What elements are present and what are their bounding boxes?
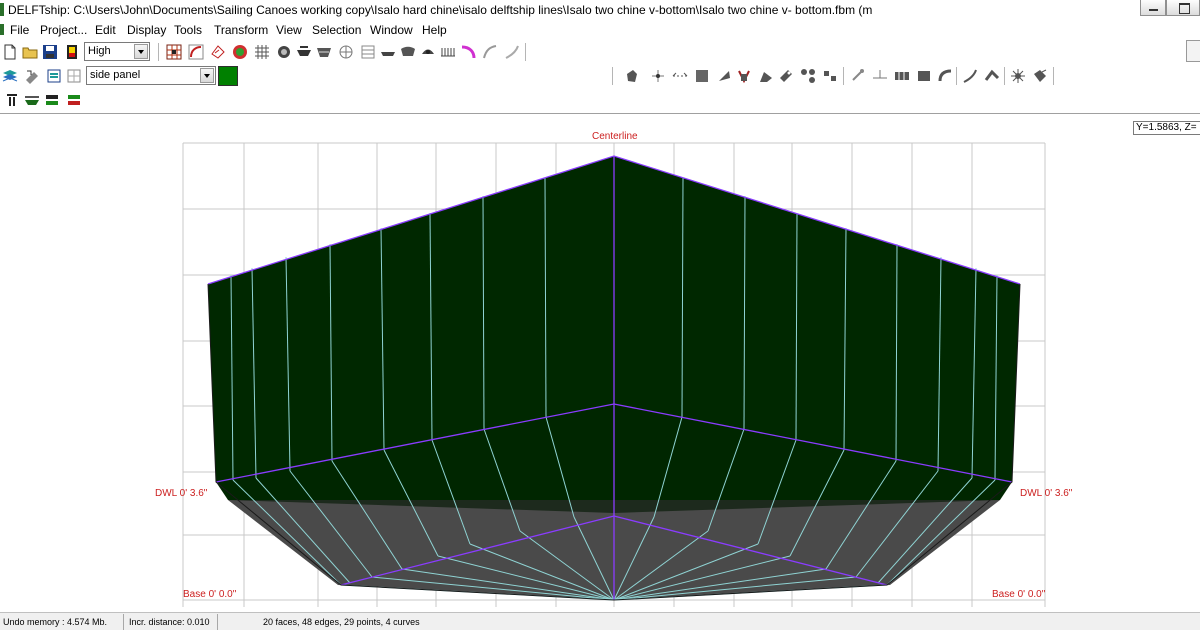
active-layer-select[interactable]: side panel <box>86 66 216 85</box>
chevron-down-icon[interactable] <box>134 44 148 59</box>
toolbar-separator <box>956 67 958 85</box>
hull-perspective-icon[interactable] <box>66 92 82 108</box>
document-menu-icon[interactable] <box>0 24 4 35</box>
precision-select-value: High <box>88 45 111 57</box>
zoom-extents-icon[interactable] <box>276 44 292 60</box>
buttocks-icon[interactable] <box>440 44 456 60</box>
active-layer-value: side panel <box>90 69 141 81</box>
diagonals-icon[interactable] <box>420 44 436 60</box>
menu-tools[interactable]: Tools <box>174 23 202 37</box>
menu-transform[interactable]: Transform <box>214 23 268 37</box>
chevron-down-icon[interactable] <box>200 68 214 83</box>
title-bar: DELFTship: C:\Users\John\Documents\Saili… <box>0 0 1200 20</box>
menu-project[interactable]: Project... <box>40 23 87 37</box>
hull-view-icon[interactable] <box>296 44 312 60</box>
crease-edge-icon[interactable] <box>778 68 794 84</box>
add-point-icon[interactable] <box>624 68 640 84</box>
new-edge-icon[interactable] <box>672 68 688 84</box>
explode-icon[interactable] <box>1010 68 1026 84</box>
delftship-app-icon[interactable] <box>0 3 4 16</box>
minimize-button[interactable] <box>1140 0 1166 16</box>
main-toolbar: High <box>0 40 1200 64</box>
precision-icon[interactable] <box>64 44 80 60</box>
layer-block-icon[interactable] <box>916 68 932 84</box>
new-file-icon[interactable] <box>2 44 18 60</box>
section-icon[interactable] <box>360 44 376 60</box>
menu-selection[interactable]: Selection <box>312 23 361 37</box>
new-curve-icon[interactable] <box>962 68 978 84</box>
layer-color-swatch[interactable] <box>218 66 238 86</box>
hull-bodyplan-icon[interactable] <box>4 92 20 108</box>
insert-point-icon[interactable] <box>650 68 666 84</box>
increment-distance-status: Incr. distance: 0.010 <box>126 614 218 630</box>
body-plan-viewport[interactable]: Y=1.5863, Z= Centerline DWL 0' 3.6" DWL … <box>0 115 1200 612</box>
fairing-icon[interactable] <box>984 68 1000 84</box>
interior-edges-icon[interactable] <box>188 44 204 60</box>
hull-profile-icon[interactable] <box>24 92 40 108</box>
restore-button[interactable] <box>1166 0 1200 16</box>
precision-select[interactable]: High <box>84 42 150 61</box>
layer-stack-icon[interactable] <box>2 68 18 84</box>
dwl-label-right: DWL 0' 3.6" <box>1020 488 1073 499</box>
hydrostatics-icon[interactable] <box>1032 68 1048 84</box>
mirror-faces-icon[interactable] <box>822 68 838 84</box>
curve-pink-icon[interactable] <box>460 44 476 60</box>
base-label-right: Base 0' 0.0" <box>992 589 1046 600</box>
hull-plan-icon[interactable] <box>44 92 60 108</box>
new-face-icon[interactable] <box>694 68 710 84</box>
stations-icon[interactable] <box>400 44 416 60</box>
layer-visibility-icon[interactable] <box>66 68 82 84</box>
dwl-label-left: DWL 0' 3.6" <box>155 488 208 499</box>
toolbar-separator <box>158 43 160 61</box>
extrude-icon[interactable] <box>716 68 732 84</box>
curve-gray-icon[interactable] <box>482 44 498 60</box>
model-stats-status: 20 faces, 48 edges, 29 points, 4 curves <box>263 617 420 627</box>
wireframe-icon[interactable] <box>338 44 354 60</box>
window-title: DELFTship: C:\Users\John\Documents\Saili… <box>8 3 873 17</box>
layer-toolbar: side panel <box>0 64 1200 88</box>
menu-display[interactable]: Display <box>127 23 166 37</box>
flowlines-icon[interactable] <box>380 44 396 60</box>
curve-light-icon[interactable] <box>504 44 520 60</box>
split-edge-icon[interactable] <box>736 68 752 84</box>
grid-split-icon[interactable] <box>894 68 910 84</box>
toolbar-separator <box>1053 67 1055 85</box>
menu-edit[interactable]: Edit <box>95 23 116 37</box>
control-net-icon[interactable] <box>166 44 182 60</box>
undo-memory-status: Undo memory : 4.574 Mb. <box>0 614 124 630</box>
curve-tool-icon[interactable] <box>938 68 954 84</box>
centerline-label: Centerline <box>592 131 638 142</box>
hull-shaded-icon[interactable] <box>316 44 332 60</box>
curvature-icon[interactable] <box>210 44 226 60</box>
align-icon[interactable] <box>872 68 888 84</box>
collapse-edge-icon[interactable] <box>758 68 774 84</box>
menu-file[interactable]: File <box>10 23 29 37</box>
active-layer-icon[interactable] <box>46 68 62 84</box>
toolbar-separator <box>612 67 614 85</box>
base-label-left: Base 0' 0.0" <box>183 589 237 600</box>
menu-view[interactable]: View <box>276 23 302 37</box>
toolbar-separator <box>843 67 845 85</box>
save-icon[interactable] <box>42 44 58 60</box>
toolbar-separator <box>525 43 527 61</box>
open-folder-icon[interactable] <box>22 44 38 60</box>
status-bar: Undo memory : 4.574 Mb. Incr. distance: … <box>0 612 1200 630</box>
connect-points-icon[interactable] <box>800 68 816 84</box>
menu-bar: File Project... Edit Display Tools Trans… <box>0 20 1200 62</box>
layer-properties-icon[interactable] <box>24 68 40 84</box>
cursor-coordinate-readout: Y=1.5863, Z= <box>1133 121 1200 135</box>
view-toolbar <box>0 88 1200 112</box>
hull-drawing[interactable] <box>0 115 1200 612</box>
menu-window[interactable]: Window <box>370 23 413 37</box>
toolbar-separator <box>1004 67 1006 85</box>
intersect-icon[interactable] <box>850 68 866 84</box>
shading-icon[interactable] <box>232 44 248 60</box>
menu-help[interactable]: Help <box>422 23 447 37</box>
grid-icon[interactable] <box>254 44 270 60</box>
